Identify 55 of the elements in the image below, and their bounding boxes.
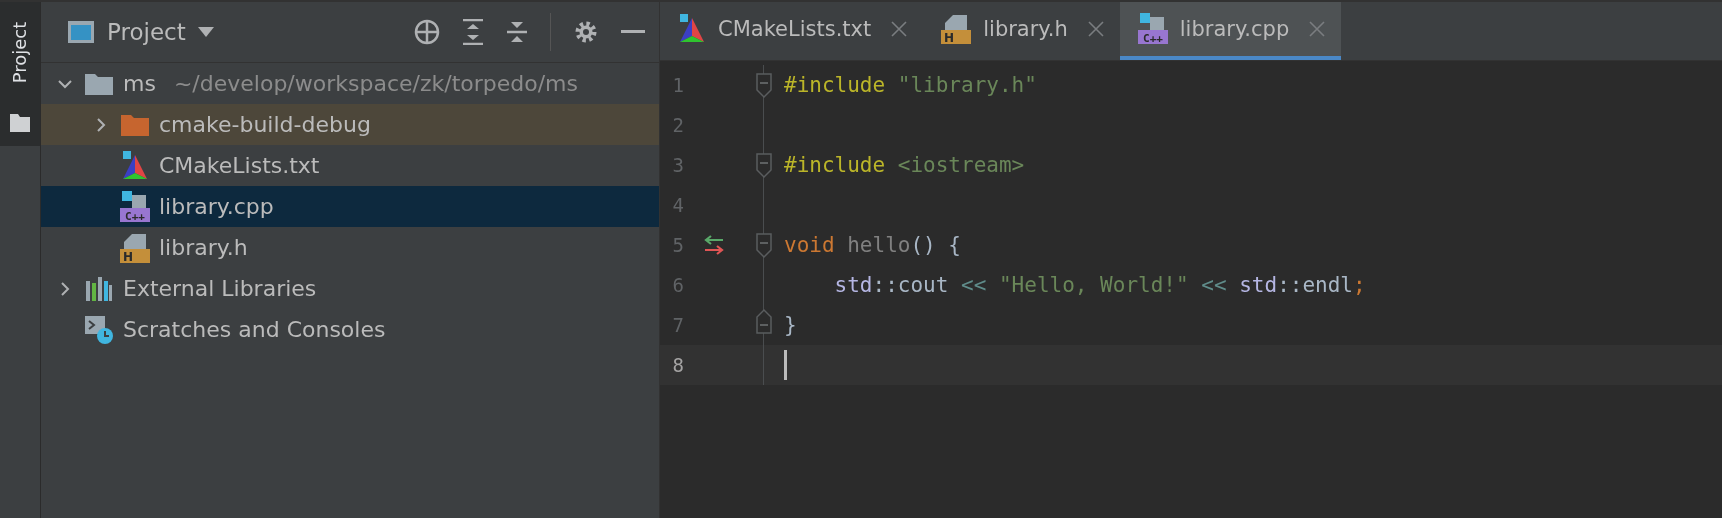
tree-item-label: ms <box>123 71 156 96</box>
line-number: 5 <box>671 234 684 256</box>
code-text: #include "library.h" <box>784 73 1037 97</box>
crosshair-icon[interactable] <box>414 19 440 45</box>
settings-icon[interactable] <box>573 19 599 45</box>
line-number: 7 <box>671 314 684 336</box>
tree-item-label: cmake-build-debug <box>159 112 371 137</box>
caret-icon <box>197 27 214 37</box>
project-path: ~/develop/workspace/zk/torpedo/ms <box>173 71 578 96</box>
folder-icon <box>120 112 150 137</box>
code-text: } <box>784 313 797 337</box>
line-number: 3 <box>671 154 684 176</box>
close-icon[interactable] <box>891 21 908 37</box>
editor-tab[interactable]: C++ library.cpp <box>1119 2 1342 60</box>
panel-title-dropdown[interactable]: Project <box>67 19 398 45</box>
triangle-logo-icon <box>121 150 149 181</box>
swap-arrows-icon[interactable] <box>703 235 725 255</box>
fold-marker-icon[interactable] <box>755 233 773 259</box>
editor-tab[interactable]: H library.h <box>923 2 1120 60</box>
line-number: 2 <box>671 114 684 136</box>
side-tab[interactable]: Project <box>0 2 40 146</box>
tree-item-label: library.h <box>159 235 248 260</box>
close-icon[interactable] <box>1087 21 1104 37</box>
line-number: 1 <box>671 74 684 96</box>
code-text: std::cout << "Hello, World!" << std::endl; <box>833 273 1366 297</box>
triangle-logo-icon <box>678 14 706 44</box>
line-number: 8 <box>671 354 684 376</box>
folder-icon <box>84 71 114 96</box>
tree-row[interactable]: C++ library.cpp <box>41 186 659 227</box>
minimize-icon[interactable] <box>621 30 645 34</box>
text-caret <box>784 350 787 380</box>
tree-row[interactable]: cmake-build-debug <box>41 104 659 145</box>
fold-marker-icon[interactable] <box>755 73 773 99</box>
tree-row[interactable]: External Libraries <box>41 268 659 309</box>
tree-row[interactable]: ms ~/develop/workspace/zk/torpedo/ms <box>41 63 659 104</box>
line-number: 6 <box>671 274 684 296</box>
tree-item-label: Scratches and Consoles <box>123 317 386 342</box>
tree-item-label: External Libraries <box>123 276 317 301</box>
folder-icon <box>10 114 30 132</box>
tree-row[interactable]: CMakeLists.txt <box>41 145 659 186</box>
editor-tab[interactable]: CMakeLists.txt <box>660 2 924 60</box>
tree-row[interactable]: Scratches and Consoles <box>41 309 659 350</box>
tree-row[interactable]: H library.h <box>41 227 659 268</box>
fold-marker-icon[interactable] <box>755 153 773 179</box>
fold-marker-icon[interactable] <box>755 308 773 334</box>
line-number: 4 <box>671 194 684 216</box>
window-icon <box>67 20 95 44</box>
expand-all-icon[interactable] <box>462 19 484 45</box>
tree-item-label: CMakeLists.txt <box>159 153 320 178</box>
code-text: #include <iostream> <box>784 153 1025 177</box>
tree-item-label: library.cpp <box>159 194 274 219</box>
console-clock-icon <box>84 314 114 345</box>
libraries-icon <box>85 276 113 301</box>
code-text: void hello() { <box>784 233 961 257</box>
collapse-all-icon[interactable] <box>506 19 528 45</box>
